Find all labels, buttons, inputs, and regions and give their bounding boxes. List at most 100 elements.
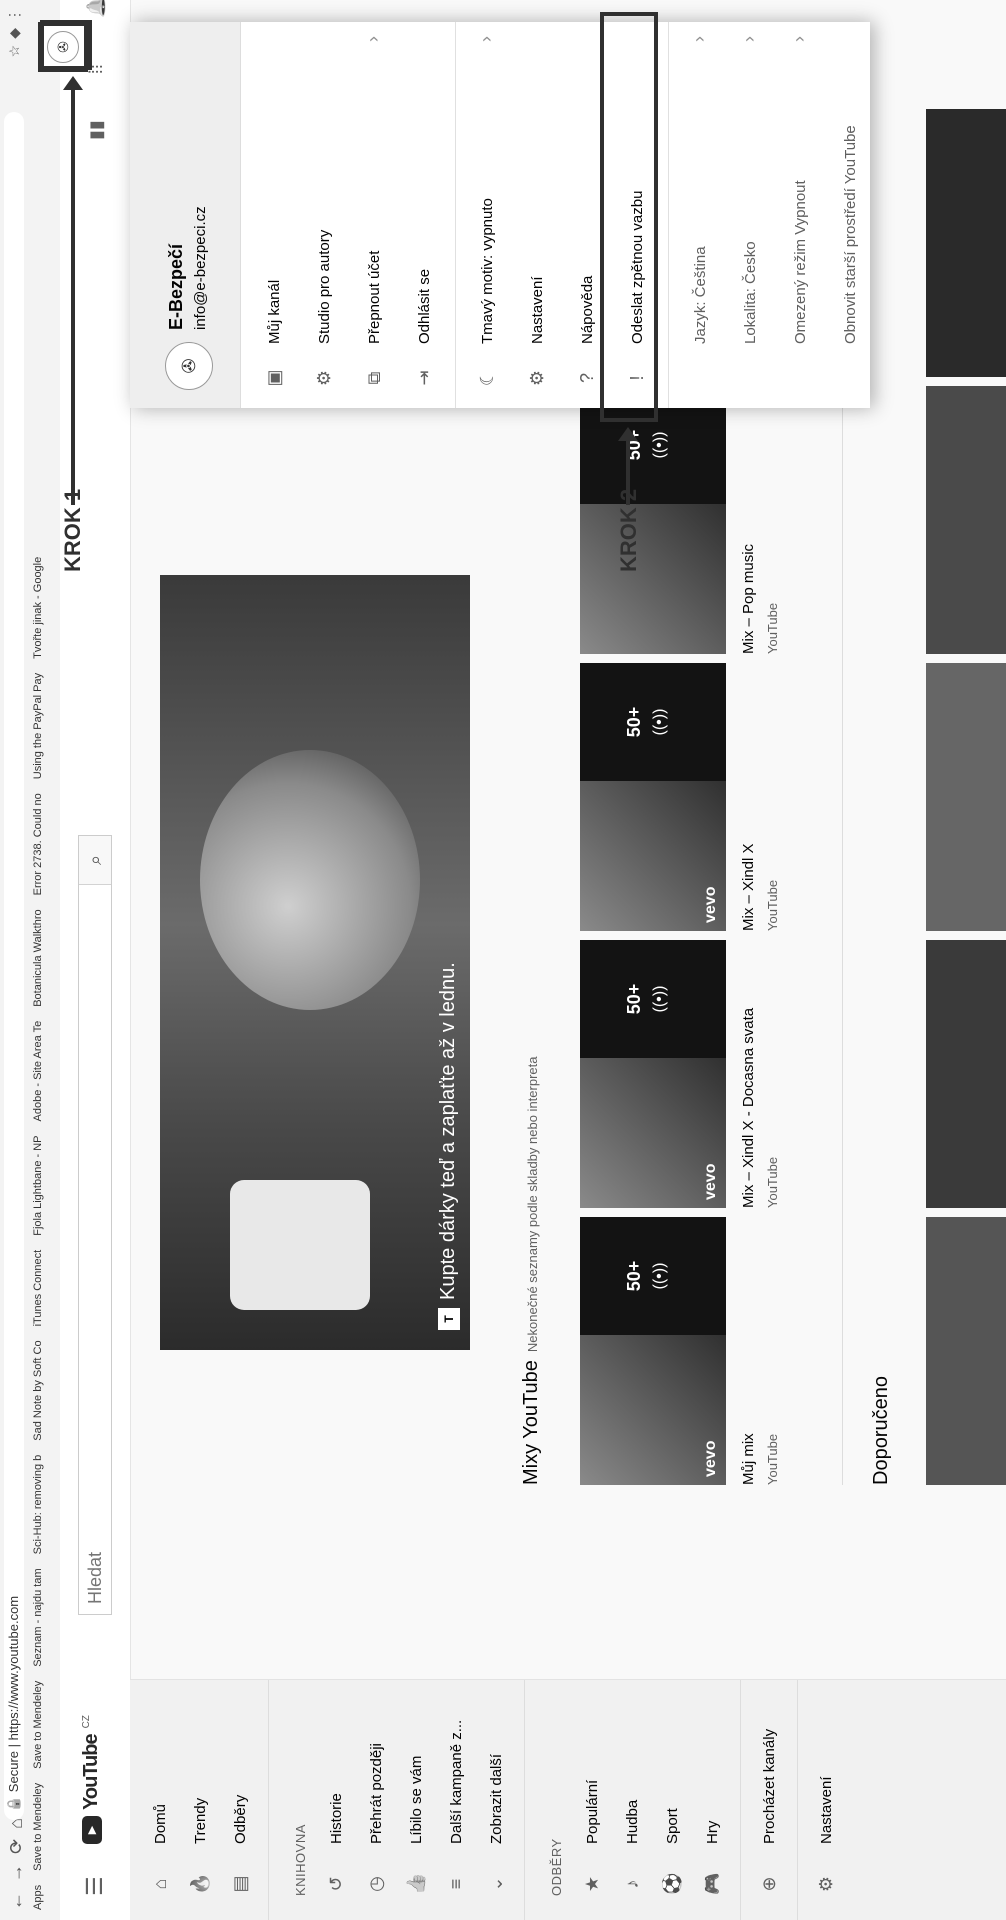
reload-icon[interactable]: ⟳	[6, 1839, 27, 1854]
home-icon: ⌂	[149, 1878, 170, 1890]
search-icon[interactable]: ⌕	[79, 836, 111, 885]
menu-item-sign-out[interactable]: ⇥ Odhlásit se	[399, 22, 449, 408]
menu-item-location[interactable]: Lokalita: Česko ›	[725, 22, 775, 408]
url-bar[interactable]: 🔒 Secure | https://www.youtube.com	[4, 112, 24, 1820]
sidebar-item-watch-later[interactable]: ◷ Přehrát později	[356, 1680, 396, 1920]
notifications-icon[interactable]: 🔔	[86, 0, 107, 18]
video-thumbnail[interactable]	[926, 940, 1006, 1208]
back-icon[interactable]: ←	[6, 1892, 27, 1910]
youtube-logo[interactable]: ▶ YouTube CZ	[80, 1715, 103, 1844]
extension-icon[interactable]: ◆	[6, 28, 23, 39]
menu-item-my-channel[interactable]: ▣ Můj kanál	[249, 22, 299, 408]
mix-channel[interactable]: YouTube	[765, 386, 780, 654]
sidebar-item-liked[interactable]: 👍 Líbilo se vám	[396, 1680, 436, 1920]
mixes-subtitle: Nekonečné seznamy podle skladby nebo int…	[525, 1056, 540, 1353]
bookmark-item[interactable]: Using the PayPal Pay	[32, 673, 44, 779]
bookmark-item[interactable]: Save to Mendeley	[32, 1783, 44, 1871]
video-thumbnail[interactable]	[926, 386, 1006, 654]
bookmark-item[interactable]: Error 2738. Could no	[32, 793, 44, 895]
menu-dots-icon[interactable]: ⋮	[6, 8, 23, 22]
video-thumbnail[interactable]	[926, 109, 1006, 377]
krok1-highlight-box	[40, 20, 92, 70]
bookmark-item[interactable]: Fjola Lightbane - NP	[32, 1136, 44, 1236]
play-logo-icon: ▶	[81, 1816, 102, 1844]
menu-item-switch-account[interactable]: ⧉ Přepnout účet ›	[349, 22, 399, 408]
banner-badge: T	[437, 1308, 460, 1330]
vevo-label: vevo	[702, 886, 719, 923]
sidebar-item-games[interactable]: 🎮 Hry	[692, 1680, 732, 1920]
menu-item-restricted-mode[interactable]: Omezený režim Vypnout ›	[775, 22, 825, 408]
upload-icon[interactable]: ▮▮	[86, 120, 107, 140]
thumbs-up-icon: 👍	[405, 1872, 426, 1896]
sidebar-item-history[interactable]: ↺ Historie	[316, 1680, 356, 1920]
thumbnail-image	[580, 504, 726, 654]
bookmark-item[interactable]: Sci-Hub: removing b	[32, 1455, 44, 1555]
mix-channel[interactable]: YouTube	[765, 1217, 780, 1485]
banner-portrait-shape	[200, 750, 420, 1010]
playlist-count: 50+	[624, 1260, 644, 1292]
sidebar-item-subscriptions[interactable]: ▤ Odběry	[220, 1680, 260, 1920]
chevron-down-icon: ⌄	[485, 1876, 506, 1892]
mix-title[interactable]: Mix – Pop music	[740, 386, 757, 654]
sidebar-item-show-more[interactable]: ⌄ Zobrazit další	[476, 1680, 516, 1920]
menu-item-creator-studio[interactable]: ⚙ Studio pro autory	[299, 22, 349, 408]
mix-thumbnail[interactable]: 50+ ((•))	[580, 386, 726, 654]
divider	[524, 1680, 525, 1920]
video-thumbnail[interactable]	[926, 663, 1006, 931]
menu-item-label: Jazyk: Čeština	[691, 246, 709, 344]
hamburger-menu-icon[interactable]: ☰	[82, 1876, 108, 1896]
bookmark-item[interactable]: Save to Mendeley	[32, 1681, 44, 1769]
sidebar-item-sport[interactable]: ⚽ Sport	[652, 1680, 692, 1920]
mix-thumbnail[interactable]: 50+ ((•)) vevo	[580, 1217, 726, 1485]
sidebar-item-home[interactable]: ⌂ Domů	[140, 1680, 180, 1920]
radio-icon: ((•))	[651, 1262, 668, 1290]
sidebar-item-label: Nastavení	[817, 1776, 835, 1844]
sidebar-item-music[interactable]: ♪ Hudba	[612, 1680, 652, 1920]
menu-item-label: Obnovit starší prostředí YouTube	[841, 125, 859, 344]
mix-title[interactable]: Mix – Xindl X - Docasna svata	[740, 940, 757, 1208]
sidebar-item-settings[interactable]: ⚙ Nastavení	[806, 1680, 846, 1920]
sidebar-item-label: Domů	[151, 1803, 169, 1844]
sidebar-item-trending[interactable]: 🔥 Trendy	[180, 1680, 220, 1920]
mixes-title: Mixy YouTube	[520, 1360, 542, 1485]
channel-icon: ▣	[263, 369, 284, 387]
menu-item-settings[interactable]: ⚙ Nastavení	[512, 22, 562, 408]
sidebar-item-label: Procházet kanály	[760, 1728, 778, 1844]
sidebar-item-playlist[interactable]: ≡ Další kampaně z...	[436, 1680, 476, 1920]
bookmark-item[interactable]: Seznam - najdu tam	[32, 1568, 44, 1666]
mix-thumbnail[interactable]: 50+ ((•)) vevo	[580, 663, 726, 931]
krok1-label: KROK 1	[60, 488, 85, 572]
bookmark-item[interactable]: iTunes Connect	[32, 1250, 44, 1327]
recommended-title: Doporučeno	[870, 1376, 892, 1485]
library-header: KNIHOVNA	[293, 1824, 308, 1896]
playlist-overlay: 50+ ((•))	[580, 1217, 726, 1335]
sidebar-item-browse-channels[interactable]: ⊕ Procházet kanály	[749, 1680, 789, 1920]
mix-channel[interactable]: YouTube	[765, 940, 780, 1208]
menu-item-language[interactable]: Jazyk: Čeština ›	[675, 22, 725, 408]
menu-item-label: Odhlásit se	[415, 268, 433, 344]
star-bookmark-icon[interactable]: ☆	[6, 45, 23, 58]
sidebar-item-label: Hudba	[623, 1799, 641, 1844]
mix-title[interactable]: Mix – Xindl X	[740, 663, 757, 931]
bookmark-item[interactable]: Sad Note by Soft Co	[32, 1340, 44, 1440]
mix-channel[interactable]: YouTube	[765, 663, 780, 931]
chevron-right-icon: ›	[789, 36, 809, 42]
bookmark-item[interactable]: Apps	[32, 1885, 44, 1910]
bookmark-item[interactable]: Tvořte jinak - Google	[32, 557, 44, 659]
rotated-canvas: ← → ⟳ ⌂ 🔒 Secure | https://www.youtube.c…	[0, 0, 1006, 1920]
bookmark-item[interactable]: Botanicula Walkthro	[32, 909, 44, 1006]
forward-icon[interactable]: →	[6, 1864, 27, 1882]
games-icon: 🎮	[701, 1872, 722, 1896]
sidebar-item-popular[interactable]: ★ Populární	[572, 1680, 612, 1920]
promo-banner[interactable]: T Kupte dárky teď a zaplaťte až v lednu.	[160, 575, 470, 1350]
mix-thumbnail[interactable]: 50+ ((•)) vevo	[580, 940, 726, 1208]
gear-icon: ⚙	[815, 1875, 836, 1893]
mix-title[interactable]: Můj mix	[740, 1217, 757, 1485]
sidebar: ⌂ Domů 🔥 Trendy ▤ Odběry KNIHOVNA ↺ Historie…	[130, 1679, 1006, 1920]
menu-item-label: Omezený režim Vypnout	[791, 180, 809, 344]
video-thumbnail[interactable]	[926, 1217, 1006, 1485]
bookmark-item[interactable]: Adobe - Site Area Te	[32, 1021, 44, 1122]
menu-item-dark-theme[interactable]: ☾ Tmavý motiv: vypnuto ›	[462, 22, 512, 408]
search-input[interactable]	[79, 894, 112, 1614]
menu-item-legacy-youtube[interactable]: Obnovit starší prostředí YouTube	[825, 22, 875, 408]
